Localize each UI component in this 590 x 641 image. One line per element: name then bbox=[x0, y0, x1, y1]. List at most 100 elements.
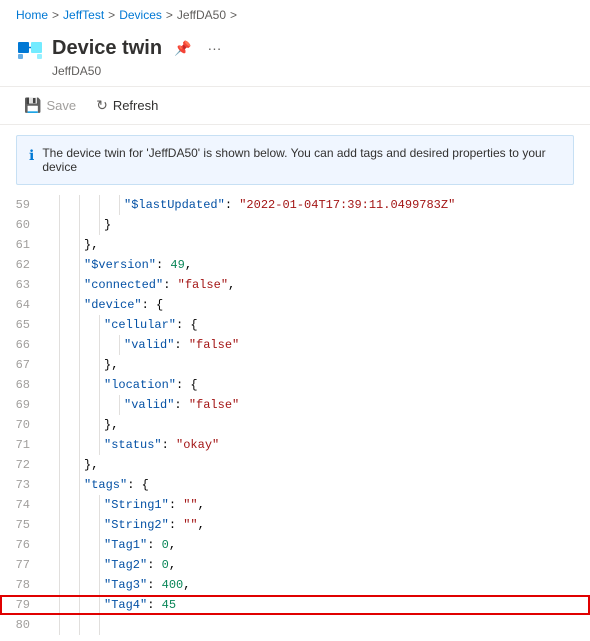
line-content: "device": { bbox=[80, 295, 163, 315]
save-label: Save bbox=[46, 98, 76, 113]
indent-guide bbox=[40, 475, 60, 495]
code-line: 62"$version": 49, bbox=[0, 255, 590, 275]
indent-guide bbox=[60, 275, 80, 295]
code-line: 71"status": "okay" bbox=[0, 435, 590, 455]
toolbar: 💾 Save ↻ Refresh bbox=[0, 87, 590, 125]
indent-guide bbox=[60, 435, 80, 455]
indent-guide bbox=[40, 295, 60, 315]
line-content: "connected": "false", bbox=[80, 275, 235, 295]
indent-guide bbox=[60, 375, 80, 395]
line-number: 66 bbox=[0, 335, 40, 355]
line-content: }, bbox=[100, 415, 118, 435]
indent-guide bbox=[40, 595, 60, 615]
code-line: 76"Tag1": 0, bbox=[0, 535, 590, 555]
indent-guide bbox=[40, 375, 60, 395]
device-twin-icon bbox=[16, 34, 44, 62]
indent-guide bbox=[80, 355, 100, 375]
indent-guide bbox=[60, 295, 80, 315]
info-banner: ℹ The device twin for 'JeffDA50' is show… bbox=[16, 135, 574, 185]
breadcrumb-devices[interactable]: Devices bbox=[119, 8, 162, 22]
code-line: 75"String2": "", bbox=[0, 515, 590, 535]
breadcrumb-sep-3: > bbox=[166, 8, 173, 22]
indent-guide bbox=[40, 315, 60, 335]
indent-guide bbox=[60, 515, 80, 535]
indent-guide bbox=[40, 255, 60, 275]
line-number: 63 bbox=[0, 275, 40, 295]
line-number: 75 bbox=[0, 515, 40, 535]
indent-guide bbox=[40, 415, 60, 435]
line-content: "$lastUpdated": "2022-01-04T17:39:11.049… bbox=[120, 195, 455, 215]
indent-guide bbox=[80, 495, 100, 515]
indent-guide bbox=[60, 335, 80, 355]
line-content: }, bbox=[100, 355, 118, 375]
line-indent bbox=[40, 335, 120, 355]
code-line: 60} bbox=[0, 215, 590, 235]
indent-guide bbox=[100, 195, 120, 215]
code-line: 72}, bbox=[0, 455, 590, 475]
indent-guide bbox=[60, 595, 80, 615]
code-line: 66 "valid": "false" bbox=[0, 335, 590, 355]
line-indent bbox=[40, 355, 100, 375]
indent-guide bbox=[60, 535, 80, 555]
line-content: } bbox=[100, 215, 111, 235]
indent-guide bbox=[80, 415, 100, 435]
code-line: 63 "connected": "false", bbox=[0, 275, 590, 295]
code-line: 74"String1": "", bbox=[0, 495, 590, 515]
line-number: 60 bbox=[0, 215, 40, 235]
line-indent bbox=[40, 535, 100, 555]
more-options-icon[interactable]: ··· bbox=[203, 38, 225, 58]
line-number: 74 bbox=[0, 495, 40, 515]
indent-guide bbox=[80, 435, 100, 455]
line-number: 73 bbox=[0, 475, 40, 495]
title-row: Device twin 📌 ··· bbox=[16, 34, 574, 62]
line-indent bbox=[40, 315, 100, 335]
indent-guide bbox=[40, 395, 60, 415]
code-line: 67}, bbox=[0, 355, 590, 375]
indent-guide bbox=[80, 195, 100, 215]
indent-guide bbox=[80, 375, 100, 395]
indent-guide bbox=[60, 475, 80, 495]
indent-guide bbox=[40, 355, 60, 375]
line-content: "valid": "false" bbox=[120, 335, 239, 355]
save-button[interactable]: 💾 Save bbox=[16, 93, 84, 118]
line-indent bbox=[40, 615, 100, 635]
line-content: "Tag2": 0, bbox=[100, 555, 176, 575]
code-viewer: 59 "$lastUpdated": "2022-01-04T17:39:11.0… bbox=[0, 195, 590, 635]
line-number: 72 bbox=[0, 455, 40, 475]
line-number: 80 bbox=[0, 615, 40, 635]
line-number: 65 bbox=[0, 315, 40, 335]
line-content: }, bbox=[80, 235, 98, 255]
line-number: 69 bbox=[0, 395, 40, 415]
indent-guide bbox=[100, 395, 120, 415]
line-content: "location": { bbox=[100, 375, 198, 395]
indent-guide bbox=[40, 535, 60, 555]
refresh-button[interactable]: ↻ Refresh bbox=[88, 93, 166, 118]
line-content: "Tag3": 400, bbox=[100, 575, 190, 595]
line-indent bbox=[40, 475, 80, 495]
line-indent bbox=[40, 275, 80, 295]
indent-guide bbox=[100, 335, 120, 355]
indent-guide bbox=[60, 495, 80, 515]
pin-icon[interactable]: 📌 bbox=[170, 38, 195, 59]
breadcrumb-sep-4: > bbox=[230, 8, 237, 22]
indent-guide bbox=[60, 575, 80, 595]
page-header: Device twin 📌 ··· JeffDA50 bbox=[0, 30, 590, 87]
indent-guide bbox=[40, 615, 60, 635]
breadcrumb-sep-2: > bbox=[108, 8, 115, 22]
line-indent bbox=[40, 595, 100, 615]
indent-guide bbox=[40, 495, 60, 515]
breadcrumb-jefftest[interactable]: JeffTest bbox=[63, 8, 104, 22]
indent-guide bbox=[40, 215, 60, 235]
line-indent bbox=[40, 455, 80, 475]
line-number: 70 bbox=[0, 415, 40, 435]
code-line: 79"Tag4": 45 bbox=[0, 595, 590, 615]
indent-guide bbox=[40, 275, 60, 295]
line-indent bbox=[40, 415, 100, 435]
line-number: 59 bbox=[0, 195, 40, 215]
code-line: 70}, bbox=[0, 415, 590, 435]
breadcrumb-home[interactable]: Home bbox=[16, 8, 48, 22]
indent-guide bbox=[60, 415, 80, 435]
indent-guide bbox=[60, 615, 80, 635]
line-content: "$version": 49, bbox=[80, 255, 192, 275]
line-indent bbox=[40, 555, 100, 575]
